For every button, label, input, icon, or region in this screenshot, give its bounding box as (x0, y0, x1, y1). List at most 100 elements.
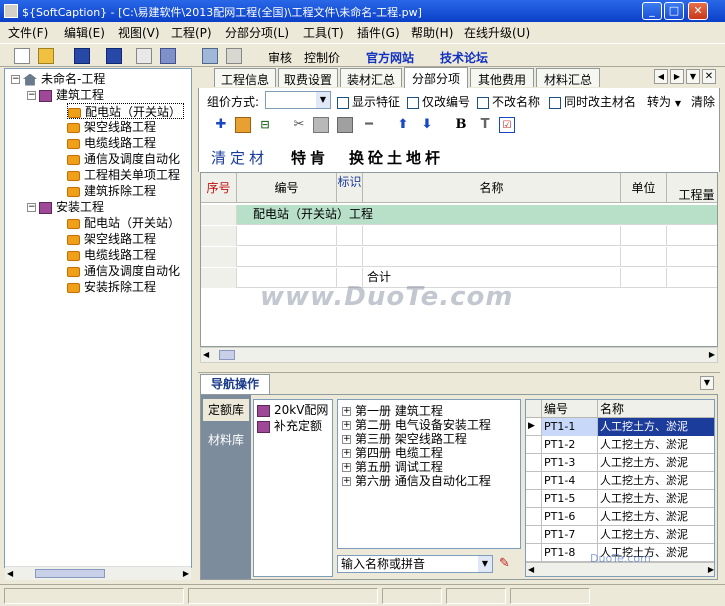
tree-item-building-related[interactable]: 工程相关单项工程 (67, 167, 180, 183)
move-down-icon[interactable]: ⬇ (419, 117, 435, 133)
paste-icon[interactable] (337, 117, 353, 133)
tab-prev-icon[interactable]: ◀ (654, 69, 668, 84)
official-site-link[interactable]: 官方网站 (366, 49, 414, 66)
tab-material-summary[interactable]: 装材汇总 (340, 68, 402, 87)
only-code-checkbox[interactable] (407, 96, 419, 109)
audit-button[interactable]: 审核 (268, 49, 292, 66)
tree-item-building-comm[interactable]: 通信及调度自动化 (67, 151, 180, 167)
tab-materials[interactable]: 材料汇总 (536, 68, 600, 87)
only-code-option[interactable]: 仅改编号 (407, 93, 470, 110)
quota-row[interactable]: PT1-7 人工挖土方、淤泥 (526, 526, 714, 544)
library-item-supplement[interactable]: 补充定额 (257, 419, 322, 433)
control-price-button[interactable]: 控制价 (304, 49, 340, 66)
menu-edit[interactable]: 编辑(E) (64, 24, 105, 41)
show-feature-checkbox[interactable] (337, 96, 349, 109)
scroll-thumb[interactable] (35, 569, 105, 578)
nav-side-material-lib[interactable]: 材料库 (203, 429, 249, 451)
q-col-code-header[interactable]: 编号 (542, 400, 598, 418)
col-unit-header[interactable]: 单位 (621, 173, 667, 203)
book-item[interactable]: + 第三册 架空线路工程 (342, 432, 467, 446)
report-icon[interactable] (202, 48, 218, 64)
scroll-thumb[interactable] (219, 350, 235, 360)
bold-icon[interactable]: B (453, 117, 469, 133)
scroll-left-icon[interactable]: ◀ (7, 569, 13, 578)
tree-item-building-cable[interactable]: 电缆线路工程 (67, 135, 156, 151)
export-icon[interactable] (136, 48, 152, 64)
quota-row[interactable]: ▶ PT1-1 人工挖土方、淤泥 (526, 418, 714, 436)
book-item[interactable]: + 第四册 电缆工程 (342, 446, 443, 460)
tree-item-building-substation[interactable]: 配电站（开关站） (67, 103, 185, 119)
quota-row[interactable]: PT1-3 人工挖土方、淤泥 (526, 454, 714, 472)
book-item[interactable]: + 第六册 通信及自动化工程 (342, 474, 491, 488)
expand-icon[interactable]: + (342, 421, 351, 430)
col-name-header[interactable]: 名称 (363, 173, 621, 203)
table-row[interactable] (201, 226, 717, 246)
tree-item-install-overhead[interactable]: 架空线路工程 (67, 231, 156, 247)
tree-item-install-comm[interactable]: 通信及调度自动化 (67, 263, 180, 279)
tab-close-icon[interactable]: ✕ (702, 69, 716, 84)
calc-icon[interactable] (226, 48, 242, 64)
menu-section[interactable]: 分部分项(L) (225, 24, 289, 41)
table-row[interactable]: 配电站（开关站）工程 (201, 205, 717, 225)
close-button[interactable]: ✕ (688, 2, 708, 20)
menu-update[interactable]: 在线升级(U) (464, 24, 530, 41)
subtab-qing-ding-cai[interactable]: 清定材 (211, 147, 268, 168)
quota-row[interactable]: PT1-4 人工挖土方、淤泥 (526, 472, 714, 490)
open-folder-icon[interactable] (38, 48, 54, 64)
scroll-left-icon[interactable]: ◀ (528, 565, 534, 574)
convert-dropdown[interactable]: 转为 ▼ (647, 93, 681, 110)
expand-icon[interactable]: + (342, 449, 351, 458)
format-painter-icon[interactable]: T (477, 117, 493, 133)
nav-title-tab[interactable]: 导航操作 (200, 374, 270, 394)
sync-main-checkbox[interactable] (549, 96, 561, 109)
show-feature-option[interactable]: 显示特征 (337, 93, 400, 110)
menu-view[interactable]: 视图(V) (118, 24, 160, 41)
collapse-icon[interactable]: − (11, 75, 20, 84)
scroll-left-icon[interactable]: ◀ (203, 350, 209, 359)
tab-sections[interactable]: 分部分项 (404, 67, 468, 88)
q-col-name-header[interactable]: 名称 (598, 400, 714, 418)
expand-icon[interactable]: + (342, 463, 351, 472)
col-mark-header[interactable]: 标识 (337, 173, 363, 203)
expand-icon[interactable]: + (342, 407, 351, 416)
forum-link[interactable]: 技术论坛 (440, 49, 488, 66)
save-all-icon[interactable] (106, 48, 122, 64)
expand-icon[interactable]: + (342, 477, 351, 486)
no-name-option[interactable]: 不改名称 (477, 93, 540, 110)
col-qty-header[interactable]: 工程量 (667, 173, 717, 203)
tree-horizontal-scrollbar[interactable]: ◀ ▶ (5, 566, 191, 580)
tree-group-building[interactable]: − 建筑工程 (27, 87, 104, 103)
copy-icon[interactable] (313, 117, 329, 133)
book-item[interactable]: + 第五册 调试工程 (342, 460, 443, 474)
col-code-header[interactable]: 编号 (237, 173, 337, 203)
nav-side-quota-lib[interactable]: 定额库 (203, 399, 249, 421)
collapse-icon[interactable]: − (27, 91, 36, 100)
collapse-icon[interactable]: − (27, 203, 36, 212)
tree-group-install[interactable]: − 安装工程 (27, 199, 104, 215)
clear-search-icon[interactable]: ✎ (499, 556, 515, 572)
no-name-checkbox[interactable] (477, 96, 489, 109)
book-item[interactable]: + 第一册 建筑工程 (342, 404, 443, 418)
move-up-icon[interactable]: ⬆ (395, 117, 411, 133)
subtab-te-ken[interactable]: 特肯 (291, 147, 329, 168)
chevron-down-icon[interactable]: ▼ (316, 92, 330, 108)
tab-list-icon[interactable]: ▼ (686, 69, 700, 84)
menu-tools[interactable]: 工具(T) (303, 24, 344, 41)
tab-next-icon[interactable]: ▶ (670, 69, 684, 84)
nav-dropdown-icon[interactable]: ▼ (700, 376, 714, 390)
tree-item-install-substation[interactable]: 配电站（开关站） (67, 215, 180, 231)
quota-row[interactable]: PT1-2 人工挖土方、淤泥 (526, 436, 714, 454)
scroll-right-icon[interactable]: ▶ (709, 350, 715, 359)
insert-icon[interactable] (235, 117, 251, 133)
menu-project[interactable]: 工程(P) (171, 24, 212, 41)
add-icon[interactable]: ✚ (213, 117, 229, 133)
scroll-right-icon[interactable]: ▶ (708, 565, 714, 574)
search-input[interactable]: 输入名称或拼音 ▼ (337, 555, 493, 573)
clear-button[interactable]: 清除 (691, 93, 715, 110)
tree-item-install-cable[interactable]: 电缆线路工程 (67, 247, 156, 263)
cut-icon[interactable]: ✂ (291, 117, 307, 133)
menu-help[interactable]: 帮助(H) (411, 24, 453, 41)
tree-item-building-overhead[interactable]: 架空线路工程 (67, 119, 156, 135)
menu-file[interactable]: 文件(F) (8, 24, 48, 41)
tab-project-info[interactable]: 工程信息 (214, 68, 276, 87)
